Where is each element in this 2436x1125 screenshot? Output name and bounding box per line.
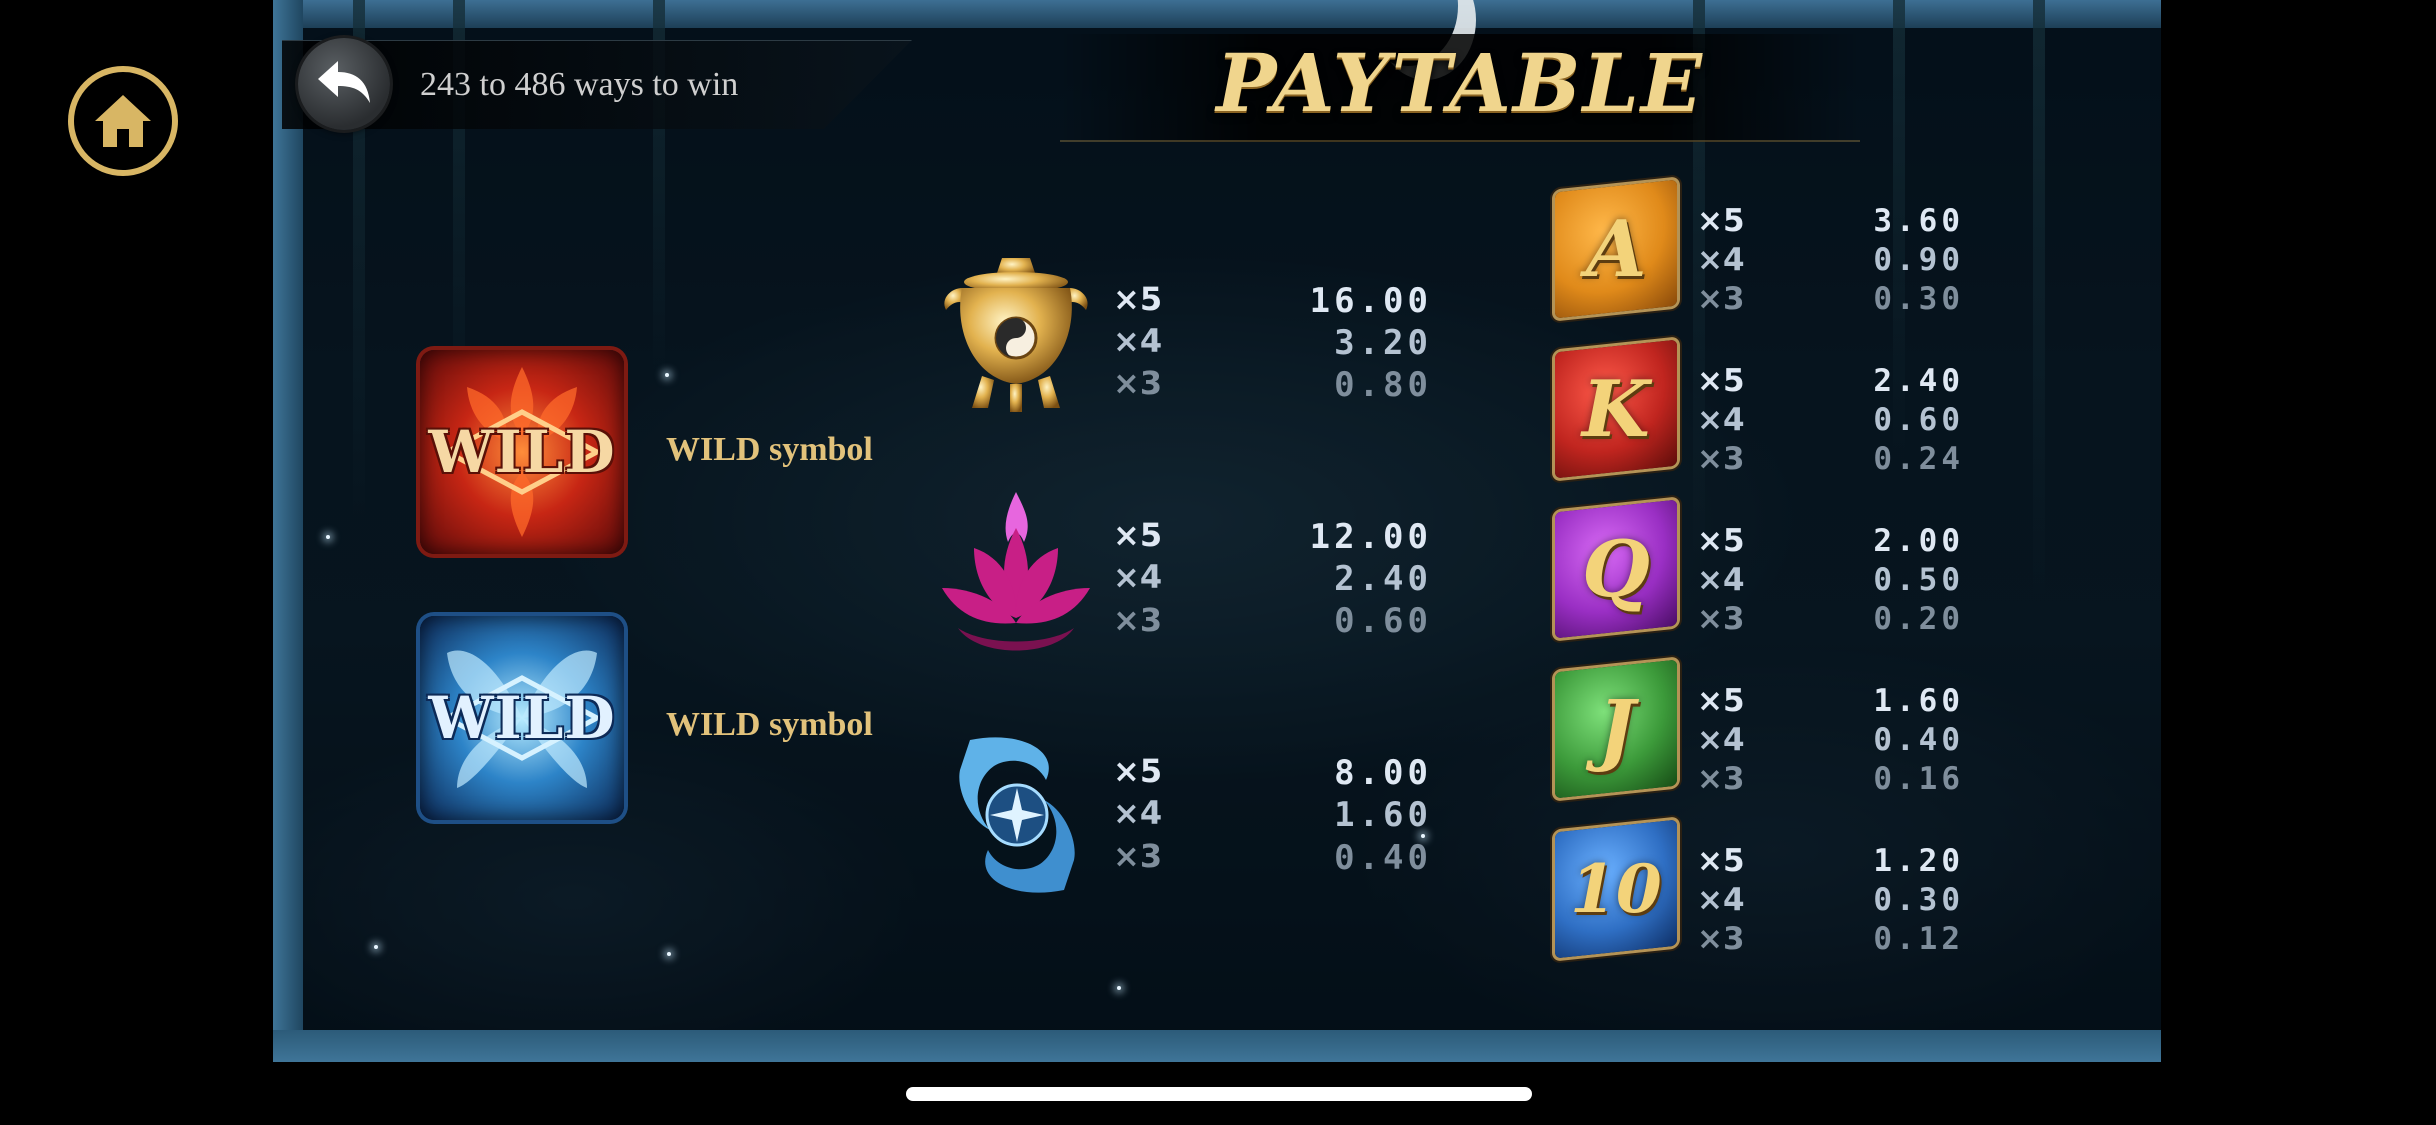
multiplier-label: ×3: [1697, 761, 1745, 797]
payout-value: 16.00: [1309, 281, 1432, 321]
wild-text: WILD: [428, 418, 616, 486]
wild-symbol-label: WILD symbol: [666, 431, 873, 468]
home-icon: [95, 95, 151, 147]
multiplier-label: ×4: [1113, 322, 1163, 360]
firefly-decoration: [326, 535, 330, 539]
multiplier-label: ×3: [1113, 364, 1163, 402]
payout-value: 1.60: [1873, 683, 1964, 719]
multiplier-label: ×4: [1113, 558, 1163, 596]
card-letter: Q: [1582, 523, 1650, 615]
payout-value: 0.20: [1873, 601, 1964, 637]
multiplier-label: ×3: [1697, 281, 1745, 317]
firefly-decoration: [1117, 986, 1121, 990]
payout-value: 0.24: [1873, 441, 1964, 477]
card-letter: 10: [1570, 850, 1662, 929]
blue-ice-swirl-icon: [959, 737, 1075, 893]
payout-value: 2.40: [1873, 363, 1964, 399]
payout-value: 0.40: [1334, 838, 1432, 878]
card-a-symbol: A: [1555, 179, 1677, 319]
multiplier-label: ×3: [1697, 441, 1745, 477]
multiplier-label: ×4: [1697, 562, 1745, 598]
frame-bottom: [273, 1030, 2161, 1062]
payout-value: 0.90: [1873, 242, 1964, 278]
payout-value: 8.00: [1334, 753, 1432, 793]
payout-value: 0.60: [1334, 601, 1432, 641]
wild-blue-butterfly-symbol: WILD: [420, 616, 624, 820]
payout-value: 0.12: [1873, 921, 1964, 957]
payout-value: 3.20: [1334, 323, 1432, 363]
wild-symbol-label: WILD symbol: [666, 706, 873, 743]
multiplier-label: ×5: [1697, 683, 1745, 719]
frame-left: [273, 0, 303, 1062]
card-letter: J: [1597, 683, 1635, 775]
payout-value: 0.50: [1873, 562, 1964, 598]
back-arrow-icon: [318, 61, 370, 103]
firefly-decoration: [665, 373, 669, 377]
multiplier-label: ×3: [1697, 601, 1745, 637]
back-button[interactable]: [298, 38, 390, 130]
card-letter: K: [1582, 363, 1650, 455]
home-button[interactable]: [74, 72, 172, 170]
multiplier-label: ×5: [1113, 752, 1163, 790]
golden-incense-burner-icon: [944, 258, 1088, 412]
multiplier-label: ×5: [1113, 280, 1163, 318]
multiplier-label: ×4: [1697, 722, 1745, 758]
payout-value: 0.40: [1873, 722, 1964, 758]
payout-value: 1.20: [1873, 843, 1964, 879]
page-title: PAYTABLE: [1216, 36, 1704, 130]
payout-value: 1.60: [1334, 795, 1432, 835]
multiplier-label: ×4: [1697, 882, 1745, 918]
multiplier-label: ×5: [1697, 203, 1745, 239]
card-k-symbol: K: [1555, 339, 1677, 479]
multiplier-label: ×4: [1113, 794, 1163, 832]
home-indicator[interactable]: [906, 1087, 1532, 1101]
card-q-symbol: Q: [1555, 499, 1677, 639]
multiplier-label: ×4: [1697, 402, 1745, 438]
multiplier-label: ×5: [1113, 516, 1163, 554]
payout-value: 12.00: [1309, 517, 1432, 557]
purple-lotus-icon: [942, 492, 1090, 651]
wild-red-lotus-symbol: WILD: [420, 350, 624, 554]
multiplier-label: ×3: [1697, 921, 1745, 957]
multiplier-label: ×5: [1697, 363, 1745, 399]
multiplier-label: ×5: [1697, 843, 1745, 879]
payout-value: 0.80: [1334, 365, 1432, 405]
payout-value: 3.60: [1873, 203, 1964, 239]
payout-value: 0.30: [1873, 281, 1964, 317]
payout-value: 0.16: [1873, 761, 1964, 797]
payout-value: 0.30: [1873, 882, 1964, 918]
multiplier-label: ×3: [1113, 837, 1163, 875]
payout-value: 2.00: [1873, 523, 1964, 559]
card-j-symbol: J: [1555, 659, 1677, 799]
multiplier-label: ×5: [1697, 523, 1745, 559]
ways-to-win-text: 243 to 486 ways to win: [420, 66, 739, 103]
card-letter: A: [1585, 203, 1647, 295]
payout-value: 2.40: [1334, 559, 1432, 599]
frame-top: [273, 0, 2161, 28]
wild-text: WILD: [428, 684, 616, 752]
multiplier-label: ×4: [1697, 242, 1745, 278]
firefly-decoration: [667, 952, 671, 956]
payout-value: 0.60: [1873, 402, 1964, 438]
firefly-decoration: [374, 945, 378, 949]
bamboo-decoration: [2033, 0, 2045, 600]
card-10-symbol: 10: [1555, 819, 1677, 959]
multiplier-label: ×3: [1113, 601, 1163, 639]
